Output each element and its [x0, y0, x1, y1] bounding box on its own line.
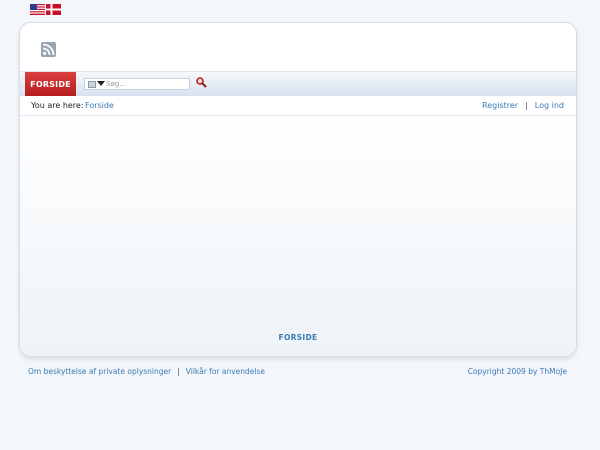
search-box: [84, 78, 190, 90]
rss-icon[interactable]: [41, 42, 56, 57]
footer-separator: |: [177, 367, 180, 376]
breadcrumb-label: You are here:: [31, 101, 84, 110]
dk-flag-icon[interactable]: [46, 4, 61, 15]
privacy-link[interactable]: Om beskyttelse af private oplysninger: [28, 367, 171, 376]
magnifier-icon[interactable]: [196, 77, 207, 88]
tab-forside[interactable]: FORSIDE: [25, 72, 76, 96]
footer-links: Om beskyttelse af private oplysninger | …: [28, 367, 265, 376]
main-panel: FORSIDE You are here: Forside Registrer …: [19, 22, 577, 357]
user-links: Registrer | Log ind: [482, 101, 564, 110]
language-selector: [30, 4, 61, 15]
us-flag-icon[interactable]: [30, 4, 45, 15]
search-scope-icon[interactable]: [88, 81, 96, 88]
breadcrumb-forside-link[interactable]: Forside: [85, 101, 114, 110]
breadcrumb: You are here: Forside Registrer | Log in…: [20, 96, 576, 116]
content-area: [20, 116, 576, 356]
bottom-forside-link[interactable]: FORSIDE: [279, 333, 318, 342]
search-input[interactable]: [106, 79, 188, 89]
login-link[interactable]: Log ind: [535, 101, 564, 110]
terms-link[interactable]: Vilkår for anvendelse: [186, 367, 265, 376]
chevron-down-icon[interactable]: [97, 81, 105, 86]
main-menu: FORSIDE: [20, 71, 576, 97]
copyright-link[interactable]: Copyright 2009 by ThMoJe: [468, 367, 567, 376]
tab-forside-label: FORSIDE: [30, 79, 71, 89]
user-links-separator: |: [525, 101, 528, 110]
bottom-menu: FORSIDE: [20, 333, 576, 342]
register-link[interactable]: Registrer: [482, 101, 518, 110]
